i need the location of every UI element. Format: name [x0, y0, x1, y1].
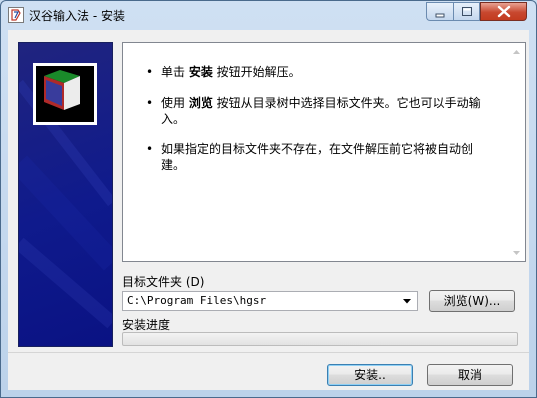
close-icon — [497, 5, 511, 18]
progress-label: 安装进度 — [122, 318, 171, 332]
instruction-item: • 如果指定的目标文件夹不存在，在文件解压前它将被自动创建。 — [146, 142, 474, 172]
window-title: 汉谷输入法 - 安装 — [29, 9, 125, 23]
side-banner — [18, 42, 113, 347]
instruction-item: • 单击 安装 按钮开始解压。 — [146, 65, 301, 79]
scroll-down-icon — [513, 251, 520, 255]
3d-box-logo-icon — [33, 63, 97, 125]
chevron-down-icon[interactable] — [399, 293, 415, 309]
close-button[interactable] — [480, 2, 527, 21]
maximize-icon — [462, 7, 472, 16]
install-progress-bar — [122, 332, 518, 346]
instruction-keyword: 安装 — [188, 65, 213, 79]
minimize-button[interactable] — [426, 2, 453, 21]
destination-label: 目标文件夹 (D) — [122, 275, 205, 289]
instructions-scrollbar[interactable] — [508, 43, 525, 261]
instruction-item: • 使用 浏览 按钮从目录树中选择目标文件夹。它也可以手动输入。 — [146, 96, 481, 126]
destination-path-value: C:\Program Files\hgsr — [127, 294, 267, 307]
scroll-up-icon — [513, 50, 520, 54]
maximize-button[interactable] — [453, 2, 480, 21]
browse-button[interactable]: 浏览(W)... — [429, 290, 515, 312]
dialog-client-area: • 单击 安装 按钮开始解压。 • 使用 浏览 按钮从目录树中选择目标文件夹。它… — [8, 30, 529, 390]
instruction-keyword: 浏览 — [188, 96, 213, 110]
app-installer-icon — [8, 7, 24, 23]
install-button[interactable]: 安装.. — [327, 364, 413, 386]
instructions-panel: • 单击 安装 按钮开始解压。 • 使用 浏览 按钮从目录树中选择目标文件夹。它… — [122, 42, 526, 262]
cancel-button[interactable]: 取消 — [427, 364, 513, 386]
title-bar[interactable]: 汉谷输入法 - 安装 — [1, 1, 536, 29]
minimize-icon — [435, 13, 445, 18]
destination-path-combobox[interactable]: C:\Program Files\hgsr — [122, 291, 418, 311]
installer-window: 汉谷输入法 - 安装 • 单击 安装 按钮开始解压。 • 使用 浏览 按钮从目录… — [0, 0, 537, 398]
